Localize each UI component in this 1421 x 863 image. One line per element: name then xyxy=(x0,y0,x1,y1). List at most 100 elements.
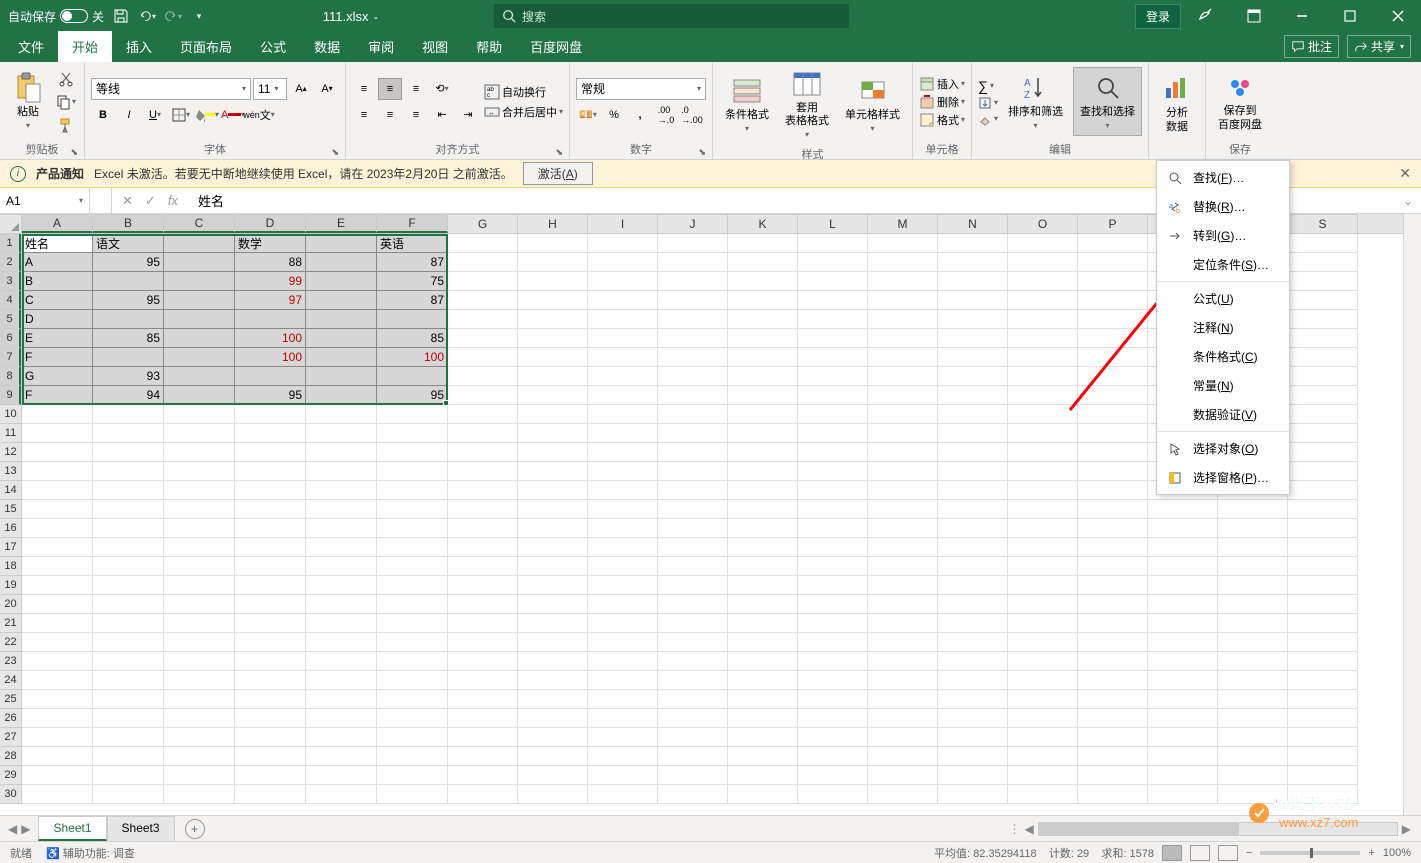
expand-formula-icon[interactable]: ⌄ xyxy=(1395,194,1421,208)
cell[interactable] xyxy=(164,576,235,595)
cell[interactable] xyxy=(938,766,1008,785)
cell[interactable] xyxy=(306,291,377,310)
insert-cells-button[interactable]: 插入▾ xyxy=(919,76,965,92)
cell[interactable] xyxy=(1218,519,1288,538)
cell[interactable] xyxy=(1148,557,1218,576)
cell[interactable] xyxy=(93,709,164,728)
sort-filter-button[interactable]: AZ排序和筛选▾ xyxy=(1002,68,1069,135)
cell[interactable] xyxy=(728,462,798,481)
row-header-26[interactable]: 26 xyxy=(0,709,21,728)
cell[interactable] xyxy=(1218,614,1288,633)
cell[interactable] xyxy=(728,519,798,538)
col-header-G[interactable]: G xyxy=(448,214,518,233)
cell[interactable] xyxy=(588,272,658,291)
cell[interactable] xyxy=(164,386,235,405)
cell[interactable]: 95 xyxy=(235,386,306,405)
cell[interactable] xyxy=(1078,481,1148,500)
cell[interactable] xyxy=(164,766,235,785)
cell[interactable] xyxy=(164,348,235,367)
cell[interactable] xyxy=(1288,595,1358,614)
autosave-toggle[interactable]: 自动保存 关 xyxy=(8,8,104,25)
cell[interactable] xyxy=(868,633,938,652)
cell[interactable] xyxy=(1008,766,1078,785)
cell[interactable] xyxy=(448,709,518,728)
minimize-icon[interactable] xyxy=(1279,0,1325,32)
cell[interactable] xyxy=(448,671,518,690)
cell[interactable] xyxy=(728,348,798,367)
cell[interactable] xyxy=(728,500,798,519)
increase-decimal-icon[interactable]: .00→.0 xyxy=(654,104,678,126)
cell[interactable] xyxy=(235,766,306,785)
cell[interactable]: 95 xyxy=(377,386,448,405)
cell[interactable] xyxy=(588,367,658,386)
cell[interactable] xyxy=(22,690,93,709)
row-header-25[interactable]: 25 xyxy=(0,690,21,709)
cell[interactable] xyxy=(448,234,518,253)
cell[interactable] xyxy=(164,595,235,614)
close-icon[interactable] xyxy=(1375,0,1421,32)
row-header-14[interactable]: 14 xyxy=(0,481,21,500)
cell[interactable] xyxy=(1008,310,1078,329)
cell[interactable] xyxy=(377,557,448,576)
cell[interactable] xyxy=(518,291,588,310)
cell[interactable] xyxy=(588,310,658,329)
cell[interactable] xyxy=(1288,234,1358,253)
cell[interactable] xyxy=(518,538,588,557)
cell[interactable] xyxy=(658,405,728,424)
cell[interactable] xyxy=(588,709,658,728)
cell[interactable] xyxy=(1008,367,1078,386)
cell[interactable] xyxy=(728,766,798,785)
cell[interactable] xyxy=(938,576,1008,595)
cell[interactable] xyxy=(518,405,588,424)
cell[interactable] xyxy=(728,234,798,253)
cell[interactable] xyxy=(728,690,798,709)
conditional-format-button[interactable]: 条件格式▾ xyxy=(719,71,775,138)
cell[interactable] xyxy=(938,424,1008,443)
cell[interactable] xyxy=(728,272,798,291)
format-table-button[interactable]: 套用 表格格式▾ xyxy=(779,64,835,144)
cell[interactable] xyxy=(658,424,728,443)
cell[interactable] xyxy=(658,272,728,291)
cell[interactable]: 93 xyxy=(93,367,164,386)
cell[interactable] xyxy=(588,576,658,595)
cell[interactable] xyxy=(798,690,868,709)
cell[interactable] xyxy=(728,329,798,348)
row-header-13[interactable]: 13 xyxy=(0,462,21,481)
cell[interactable] xyxy=(868,329,938,348)
cell[interactable] xyxy=(1288,519,1358,538)
cell[interactable]: 语文 xyxy=(93,234,164,253)
cell[interactable] xyxy=(1288,728,1358,747)
cell[interactable]: 英语 xyxy=(377,234,448,253)
cell[interactable] xyxy=(306,443,377,462)
cell[interactable] xyxy=(377,766,448,785)
tab-百度网盘[interactable]: 百度网盘 xyxy=(516,31,596,62)
cell[interactable] xyxy=(1078,785,1148,804)
fill-button[interactable]: ▾ xyxy=(978,96,998,110)
cell[interactable] xyxy=(306,348,377,367)
cell[interactable] xyxy=(868,443,938,462)
cell[interactable]: 姓名 xyxy=(22,234,93,253)
cell[interactable] xyxy=(1008,671,1078,690)
cell[interactable] xyxy=(1008,500,1078,519)
cell[interactable] xyxy=(448,291,518,310)
cell[interactable] xyxy=(1288,633,1358,652)
cell[interactable] xyxy=(306,519,377,538)
cell[interactable] xyxy=(798,272,868,291)
cell[interactable] xyxy=(93,766,164,785)
cell[interactable] xyxy=(93,519,164,538)
cell[interactable] xyxy=(588,671,658,690)
cell[interactable] xyxy=(798,576,868,595)
cell[interactable] xyxy=(1148,614,1218,633)
cell[interactable] xyxy=(518,481,588,500)
cell[interactable] xyxy=(588,386,658,405)
cell[interactable] xyxy=(22,500,93,519)
cell[interactable] xyxy=(728,291,798,310)
cell[interactable] xyxy=(306,614,377,633)
row-header-28[interactable]: 28 xyxy=(0,747,21,766)
cell[interactable] xyxy=(448,728,518,747)
menu-item[interactable]: 查找(F)… xyxy=(1157,163,1289,192)
cell[interactable]: 75 xyxy=(377,272,448,291)
cell[interactable] xyxy=(164,405,235,424)
cell[interactable] xyxy=(448,462,518,481)
cell[interactable] xyxy=(588,291,658,310)
